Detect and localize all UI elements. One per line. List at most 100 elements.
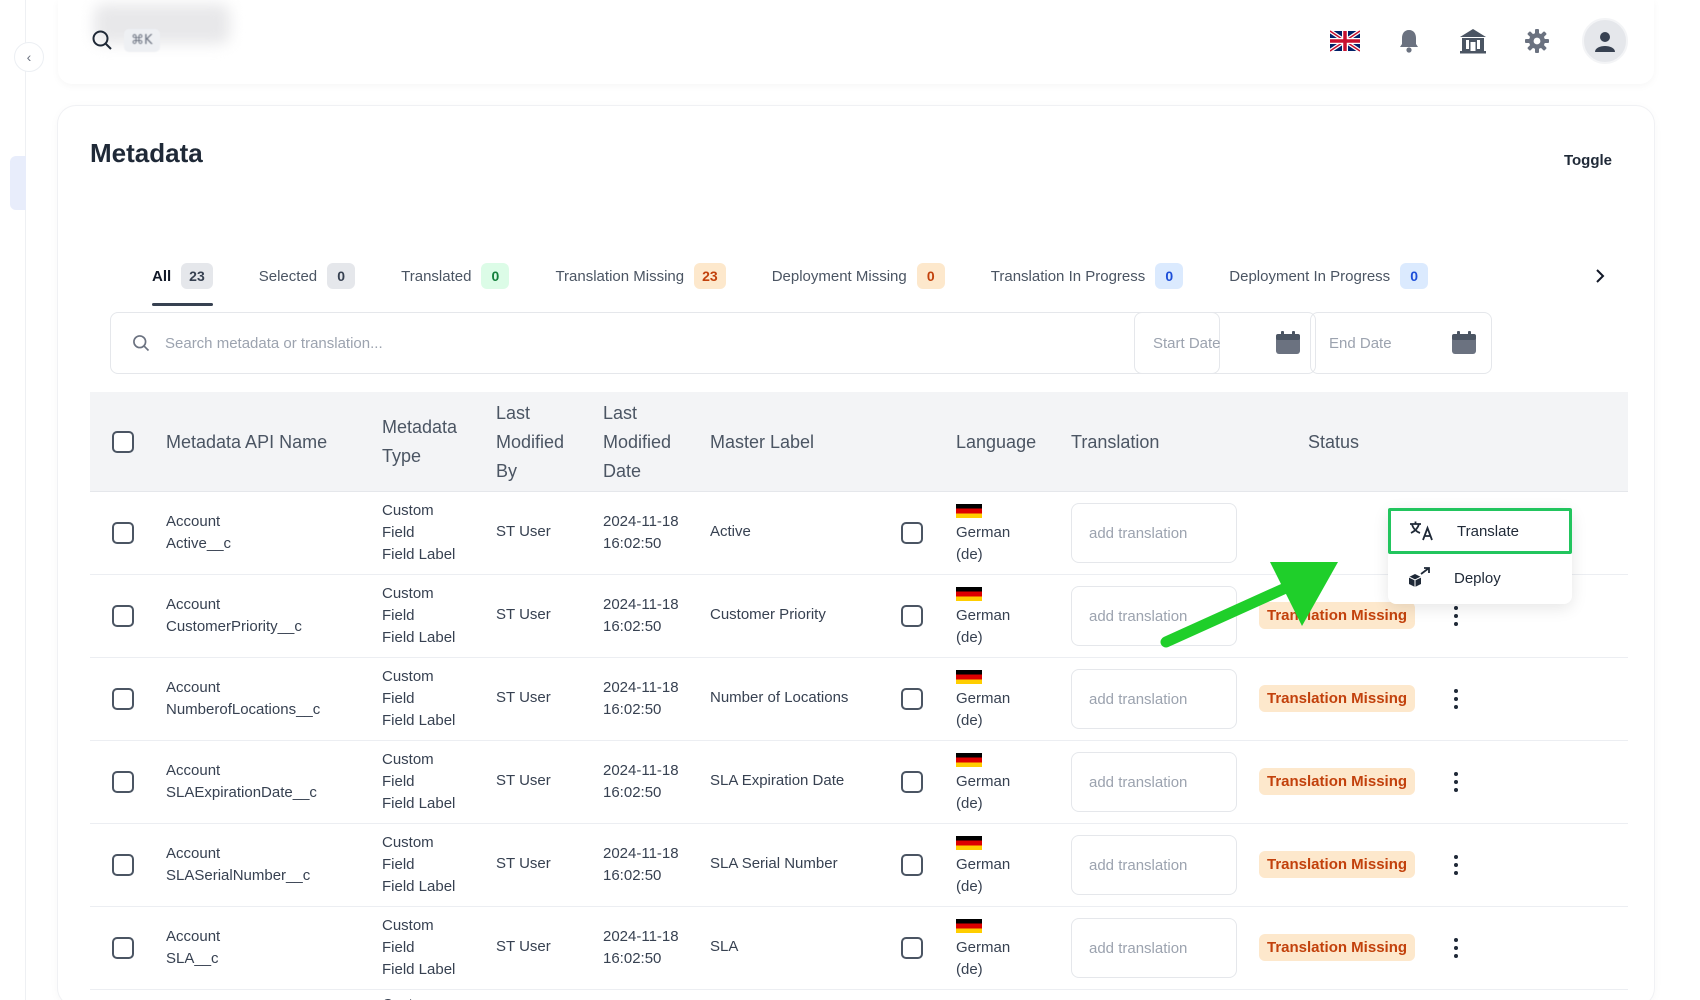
metadata-api-name: Account SLASerialNumber__c — [166, 845, 311, 884]
language-cell: German (de) — [956, 753, 1010, 815]
row-select-checkbox[interactable] — [112, 937, 134, 959]
kebab-dot — [1454, 772, 1458, 776]
master-label: Active — [710, 523, 751, 540]
kebab-dot — [1454, 954, 1458, 958]
row-select-checkbox[interactable] — [112, 771, 134, 793]
master-label: SLA Serial Number — [710, 855, 838, 872]
table-row: Account SLASerialNumber__c Custom Field Fiel… — [90, 824, 1628, 907]
column-header-type[interactable]: Metadata Type — [382, 413, 472, 471]
german-flag-icon — [956, 836, 982, 850]
german-flag-icon — [956, 753, 982, 767]
language-cell: German (de) — [956, 504, 1010, 566]
column-header-status[interactable]: Status — [1308, 428, 1359, 457]
user-avatar[interactable] — [1582, 18, 1628, 64]
organization-button[interactable] — [1454, 22, 1492, 60]
last-modified-date: 2024-11-18 16:02:50 — [603, 596, 679, 635]
notifications-button[interactable] — [1390, 22, 1428, 60]
row-actions-button[interactable] — [1451, 853, 1461, 877]
kebab-dot — [1454, 788, 1458, 792]
row-master-checkbox[interactable] — [901, 605, 923, 627]
translation-input[interactable]: add translation — [1071, 503, 1237, 563]
end-date-field[interactable]: End Date — [1310, 312, 1492, 374]
select-all-checkbox[interactable] — [112, 431, 134, 453]
column-header-modified-by[interactable]: Last Modified By — [496, 399, 576, 486]
row-master-checkbox[interactable] — [901, 688, 923, 710]
last-modified-by: ST User — [496, 689, 551, 706]
bank-icon — [1460, 29, 1486, 54]
end-date-placeholder: End Date — [1329, 334, 1392, 352]
translate-label: Translate — [1457, 522, 1519, 540]
table-row: Account SLA__c Custom Field Field Label ST Us… — [90, 907, 1628, 990]
tab-label: Translated — [401, 267, 472, 285]
metadata-api-name: Account Active__c — [166, 513, 232, 552]
status-badge: Translation Missing — [1259, 685, 1416, 712]
tab-all[interactable]: All 23 — [152, 248, 213, 306]
row-action-menu: Translate Deploy — [1388, 508, 1572, 604]
german-flag-icon — [956, 670, 982, 684]
row-select-checkbox[interactable] — [112, 522, 134, 544]
tabs-scroll-right-button[interactable] — [1588, 264, 1612, 288]
row-select-checkbox[interactable] — [112, 854, 134, 876]
kebab-dot — [1454, 946, 1458, 950]
left-rail — [0, 0, 26, 1000]
metadata-api-name: Account SLAExpirationDate__c — [166, 762, 317, 801]
table-header: Metadata API Name Metadata Type Last Mod… — [90, 392, 1628, 492]
column-header-api-name[interactable]: Metadata API Name — [166, 428, 327, 457]
row-master-checkbox[interactable] — [901, 771, 923, 793]
column-header-modified-date[interactable]: Last Modified Date — [603, 399, 683, 486]
collapse-sidebar-button[interactable]: ‹ — [14, 42, 44, 72]
master-label: SLA Expiration Date — [710, 772, 845, 789]
kebab-dot — [1454, 855, 1458, 859]
kebab-dot — [1454, 780, 1458, 784]
last-modified-by: ST User — [496, 855, 551, 872]
tab-deployment-missing[interactable]: Deployment Missing 0 — [772, 248, 945, 304]
translation-input[interactable]: add translation — [1071, 918, 1237, 978]
start-date-field[interactable]: Start Date — [1134, 312, 1316, 374]
table-row: Account SLAExpirationDate__c Custom Field Fi… — [90, 741, 1628, 824]
tab-label: All — [152, 267, 172, 285]
last-modified-date: 2024-11-18 16:02:50 — [603, 679, 679, 718]
tab-deployment-in-progress[interactable]: Deployment In Progress 0 — [1229, 248, 1429, 304]
tab-translation-missing[interactable]: Translation Missing 23 — [555, 248, 726, 304]
uk-flag-icon — [1330, 30, 1360, 52]
language-selector[interactable] — [1326, 22, 1364, 60]
last-modified-date: 2024-11-18 16:02:50 — [603, 928, 679, 967]
row-actions-button[interactable] — [1451, 936, 1461, 960]
translation-input[interactable]: add translation — [1071, 752, 1237, 812]
row-select-checkbox[interactable] — [112, 605, 134, 627]
row-select-checkbox[interactable] — [112, 688, 134, 710]
row-actions-button[interactable] — [1451, 604, 1461, 628]
toggle-button[interactable]: Toggle — [1564, 152, 1612, 169]
status-badge: Translation Missing — [1259, 934, 1416, 961]
deploy-label: Deploy — [1454, 569, 1501, 587]
tab-translated[interactable]: Translated 0 — [401, 248, 510, 304]
row-master-checkbox[interactable] — [901, 854, 923, 876]
rail-active-indicator — [10, 156, 26, 210]
translation-input[interactable]: add translation — [1071, 835, 1237, 895]
settings-button[interactable] — [1518, 22, 1556, 60]
tab-count-badge: 0 — [1400, 263, 1429, 289]
translate-menu-item[interactable]: Translate — [1388, 508, 1572, 554]
tab-label: Deployment Missing — [771, 267, 907, 285]
column-header-master-label[interactable]: Master Label — [710, 428, 814, 457]
column-header-translation[interactable]: Translation — [1071, 428, 1159, 457]
column-header-language[interactable]: Language — [956, 428, 1036, 457]
row-actions-button[interactable] — [1451, 687, 1461, 711]
kebab-dot — [1454, 614, 1458, 618]
start-date-placeholder: Start Date — [1153, 334, 1221, 352]
annotation-arrow — [1160, 562, 1338, 648]
user-icon — [1595, 32, 1615, 52]
tab-selected[interactable]: Selected 0 — [259, 248, 356, 304]
row-master-checkbox[interactable] — [901, 937, 923, 959]
row-actions-button[interactable] — [1451, 770, 1461, 794]
deploy-menu-item[interactable]: Deploy — [1388, 556, 1572, 600]
metadata-type: Custom Field Field Label — [382, 668, 456, 729]
row-master-checkbox[interactable] — [901, 522, 923, 544]
german-flag-icon — [956, 919, 982, 933]
chevron-right-icon — [1596, 269, 1605, 283]
kebab-dot — [1454, 705, 1458, 709]
tab-translation-in-progress[interactable]: Translation In Progress 0 — [991, 248, 1184, 304]
global-search-trigger[interactable]: ⌘K — [90, 28, 160, 52]
translation-input[interactable]: add translation — [1071, 669, 1237, 729]
search-input[interactable] — [165, 334, 1065, 352]
